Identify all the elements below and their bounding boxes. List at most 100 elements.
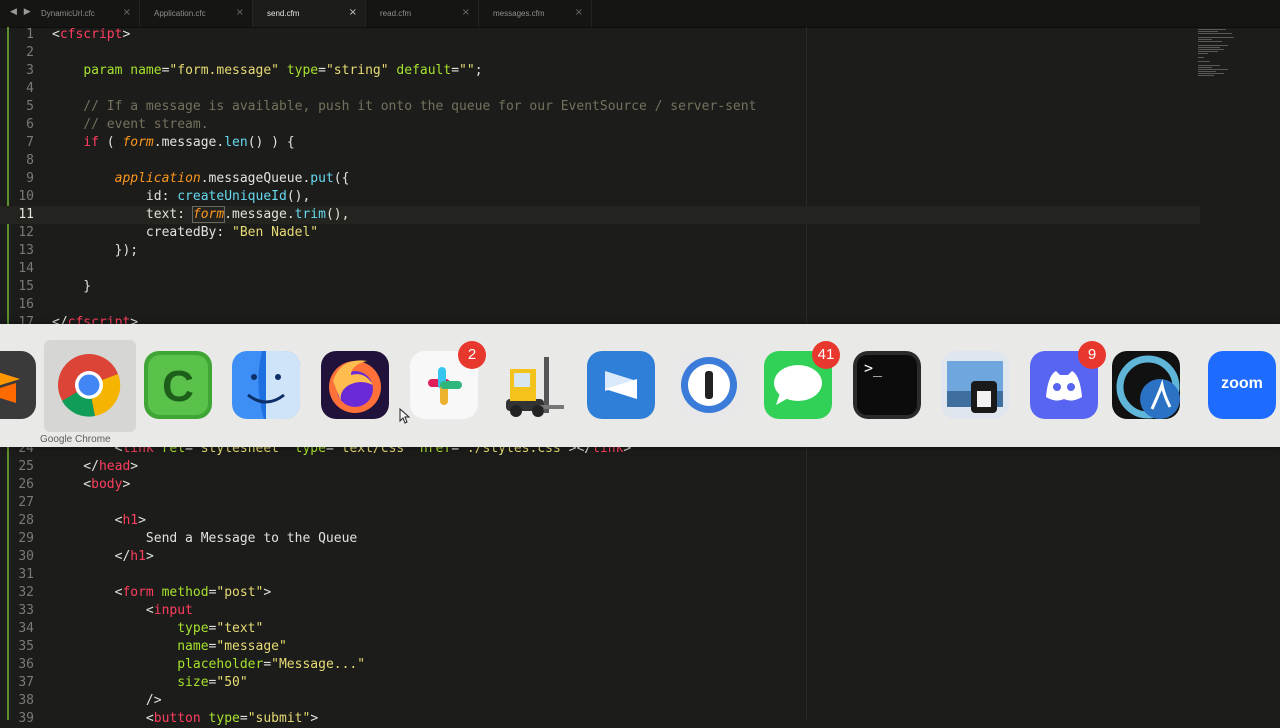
- svg-text:C: C: [162, 362, 194, 411]
- firefox-icon[interactable]: [321, 351, 389, 419]
- code-line[interactable]: 29 Send a Message to the Queue: [0, 530, 1200, 548]
- line-number: 4: [26, 81, 34, 96]
- code-line[interactable]: 11 text: form.message.trim(),: [0, 206, 1200, 224]
- onepassword-icon[interactable]: [675, 351, 743, 419]
- code-line[interactable]: 38 />: [0, 692, 1200, 710]
- code-line[interactable]: 16: [0, 296, 1200, 314]
- code-token: ;: [474, 63, 483, 78]
- code-token: body: [91, 477, 123, 492]
- line-number: 6: [26, 117, 34, 132]
- code-token: placeholder: [177, 657, 264, 672]
- sublime-icon[interactable]: [0, 351, 36, 419]
- line-number: 26: [18, 477, 34, 492]
- preview-icon[interactable]: [941, 351, 1009, 419]
- code-line[interactable]: 33 <input: [0, 602, 1200, 620]
- code-token: .message.: [153, 135, 225, 150]
- code-token: </: [52, 549, 131, 564]
- tab-dynamicurl-cfc[interactable]: DynamicUrl.cfc ×: [27, 0, 140, 27]
- tab-send-cfm[interactable]: send.cfm ×: [253, 0, 366, 27]
- code-text: <form method="post">: [52, 584, 272, 602]
- code-token: <: [52, 711, 154, 726]
- code-text: name="message": [52, 638, 287, 656]
- code-line[interactable]: 28 <h1>: [0, 512, 1200, 530]
- code-token: form: [122, 135, 154, 150]
- code-line[interactable]: 8: [0, 152, 1200, 170]
- code-line[interactable]: 30 </h1>: [0, 548, 1200, 566]
- sublime-s-icon[interactable]: [587, 351, 655, 419]
- line-number: 31: [18, 567, 34, 582]
- code-line[interactable]: 9 application.messageQueue.put({: [0, 170, 1200, 188]
- code-text: application.messageQueue.put({: [52, 170, 350, 188]
- line-number: 11: [18, 207, 34, 222]
- camtasia-icon[interactable]: C: [144, 351, 212, 419]
- code-line[interactable]: 25 </head>: [0, 458, 1200, 476]
- close-icon[interactable]: ×: [462, 7, 470, 18]
- code-text: </head>: [52, 458, 138, 476]
- minimap-line: [1198, 47, 1220, 48]
- acrobat-icon[interactable]: [1112, 351, 1180, 419]
- code-text: // event stream.: [52, 116, 208, 134]
- finder-icon[interactable]: [232, 351, 300, 419]
- code-token: form: [122, 585, 154, 600]
- code-text: type="text": [52, 620, 263, 638]
- tab-application-cfc[interactable]: Application.cfc ×: [140, 0, 253, 27]
- code-token: input: [153, 603, 193, 618]
- code-token: >: [263, 585, 272, 600]
- code-token: len: [224, 135, 248, 150]
- code-line[interactable]: 32 <form method="post">: [0, 584, 1200, 602]
- code-token: =: [239, 711, 248, 726]
- code-token: });: [52, 243, 139, 258]
- code-line[interactable]: 1 <cfscript>: [0, 26, 1200, 44]
- close-icon[interactable]: ×: [575, 7, 583, 18]
- code-line[interactable]: 39 <button type="submit">: [0, 710, 1200, 728]
- tab-read-cfm[interactable]: read.cfm ×: [366, 0, 479, 27]
- line-number: 14: [18, 261, 34, 276]
- code-line[interactable]: 13 });: [0, 242, 1200, 260]
- code-line[interactable]: 15 }: [0, 278, 1200, 296]
- code-text: if ( form.message.len() ) {: [52, 134, 294, 152]
- close-icon[interactable]: ×: [123, 7, 131, 18]
- code-line[interactable]: 35 name="message": [0, 638, 1200, 656]
- code-line[interactable]: 2: [0, 44, 1200, 62]
- chrome-icon[interactable]: [55, 351, 123, 419]
- minimap[interactable]: [1198, 28, 1238, 98]
- code-token: trim: [294, 207, 326, 222]
- code-line[interactable]: 31: [0, 566, 1200, 584]
- code-line[interactable]: 37 size="50": [0, 674, 1200, 692]
- code-line[interactable]: 6 // event stream.: [0, 116, 1200, 134]
- tab-label: DynamicUrl.cfc: [41, 9, 95, 18]
- minimap-line: [1198, 31, 1218, 32]
- close-icon[interactable]: ×: [236, 7, 244, 18]
- code-line[interactable]: 34 type="text": [0, 620, 1200, 638]
- code-line[interactable]: 12 createdBy: "Ben Nadel": [0, 224, 1200, 242]
- line-number: 32: [18, 585, 34, 600]
- code-line[interactable]: 27: [0, 494, 1200, 512]
- code-line[interactable]: 14: [0, 260, 1200, 278]
- code-line[interactable]: 5 // If a message is available, push it …: [0, 98, 1200, 116]
- code-token: "text": [216, 621, 264, 636]
- code-line[interactable]: 7 if ( form.message.len() ) {: [0, 134, 1200, 152]
- terminal-icon[interactable]: >_: [853, 351, 921, 419]
- tab-messages-cfm[interactable]: messages.cfm ×: [479, 0, 592, 27]
- code-token: type: [286, 63, 319, 78]
- code-text: size="50": [52, 674, 247, 692]
- forklift-icon[interactable]: [498, 351, 566, 419]
- code-line[interactable]: 4: [0, 80, 1200, 98]
- zoom-icon[interactable]: zoom: [1208, 351, 1276, 419]
- code-line[interactable]: 3 param name="form.message" type="string…: [0, 62, 1200, 80]
- code-token: "form.message": [169, 63, 279, 78]
- minimap-line: [1198, 65, 1220, 66]
- code-line[interactable]: 10 id: createUniqueId(),: [0, 188, 1200, 206]
- code-text: />: [52, 692, 162, 710]
- close-icon[interactable]: ×: [349, 7, 357, 18]
- code-token: <: [52, 585, 123, 600]
- code-token: application: [114, 171, 201, 186]
- line-number: 33: [18, 603, 34, 618]
- code-line[interactable]: 36 placeholder="Message...": [0, 656, 1200, 674]
- minimap-line: [1198, 73, 1224, 74]
- code-token: <: [52, 477, 92, 492]
- code-line[interactable]: 26 <body>: [0, 476, 1200, 494]
